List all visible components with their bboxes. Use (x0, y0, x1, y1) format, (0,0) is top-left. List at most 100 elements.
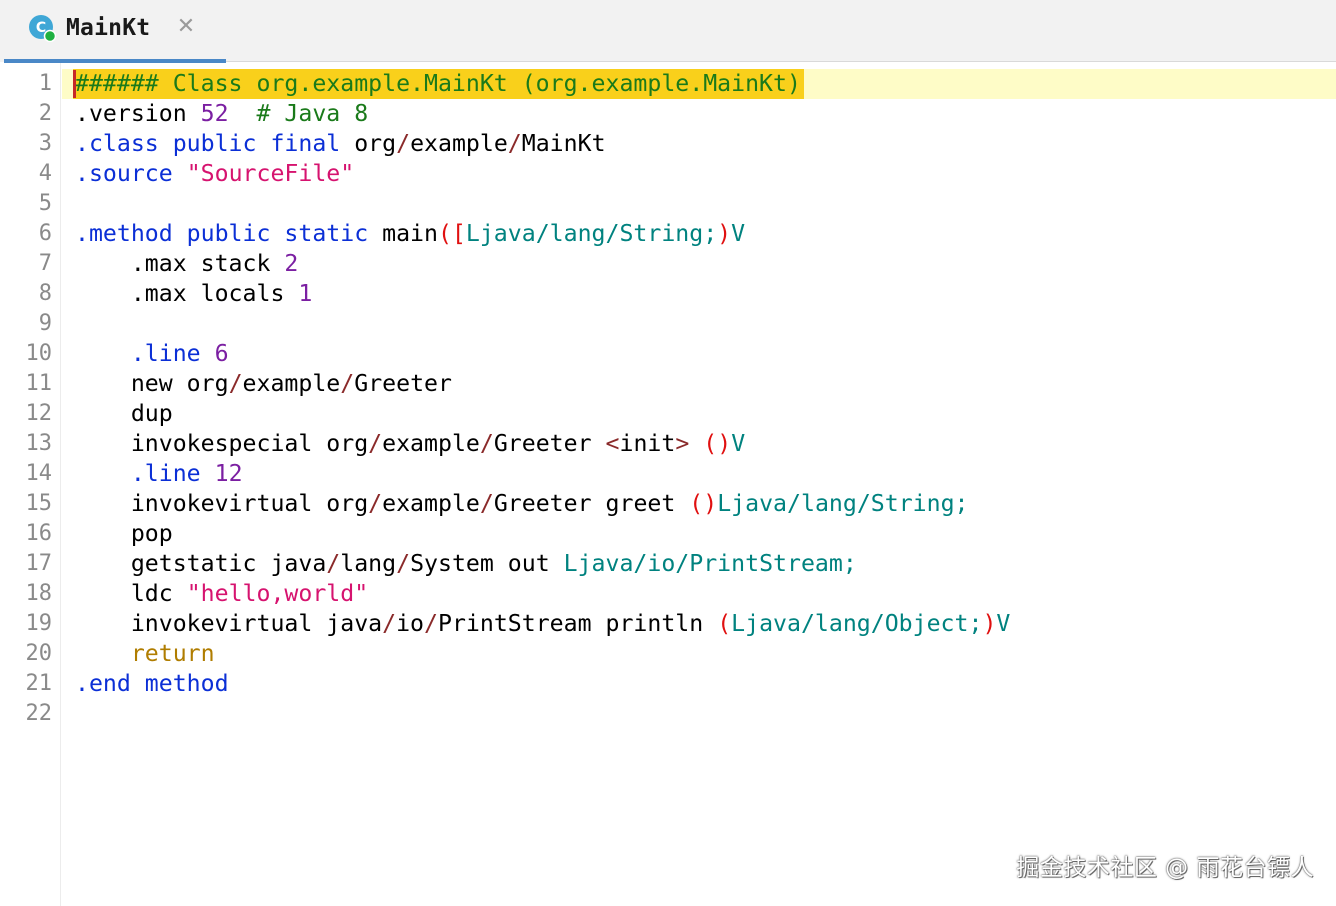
code-token: / (340, 370, 355, 397)
code-token: invokevirtual java (75, 610, 383, 637)
line-number: 12 (25, 401, 53, 426)
line-number: 18 (25, 581, 53, 606)
code-token: Ljava/io/PrintStream; (563, 550, 857, 577)
code-line[interactable]: pop (75, 519, 173, 549)
code-token: lang (340, 550, 397, 577)
code-token: Ljava/lang/Object; (731, 610, 983, 637)
code-line[interactable]: .end method (75, 669, 229, 699)
code-line[interactable]: .version 52 # Java 8 (75, 99, 368, 129)
code-token: 52 (200, 100, 229, 127)
code-line[interactable]: .class public final org/example/MainKt (75, 129, 606, 159)
code-token: init (619, 430, 676, 457)
line-number: 2 (38, 101, 52, 126)
code-line[interactable]: .max locals 1 (75, 279, 313, 309)
code-token: example (242, 370, 341, 397)
kotlin-class-icon: C (29, 15, 56, 42)
code-token: "SourceFile" (186, 160, 355, 187)
code-token: / (368, 430, 383, 457)
code-token: .source (75, 160, 187, 187)
code-line[interactable]: .line 12 (75, 459, 243, 489)
code-line[interactable]: invokevirtual org/example/Greeter greet … (75, 489, 969, 519)
line-number: 22 (25, 701, 53, 726)
code-token: invokevirtual org (75, 490, 369, 517)
line-number-gutter[interactable]: 1 2 3 4 5 6 7 8 9 10 11 12 13 14 15 16 17 18 19 20 21 22 (0, 63, 61, 906)
code-line[interactable]: invokespecial org/example/Greeter <init>… (75, 429, 745, 459)
editor-tab-bar: C MainKt ✕ (0, 0, 1336, 63)
code-token: 6 (214, 340, 229, 367)
line-number: 11 (25, 371, 53, 396)
code-token: ( (717, 610, 732, 637)
code-token: / (396, 130, 411, 157)
close-icon[interactable]: ✕ (175, 14, 197, 40)
code-token: Ljava/lang/String; (717, 490, 969, 517)
code-token: .max stack (75, 250, 285, 277)
code-token: .end method (75, 670, 229, 697)
code-token: main (382, 220, 438, 247)
code-token: dup (75, 400, 173, 427)
code-token: # Java 8 (228, 100, 369, 127)
code-token: / (382, 610, 397, 637)
code-line[interactable]: .source "SourceFile" (75, 159, 354, 189)
code-token: V (731, 430, 746, 457)
code-token: 2 (284, 250, 299, 277)
code-token: ) (982, 610, 997, 637)
code-token: < (605, 430, 620, 457)
code-token: / (368, 490, 383, 517)
line-number: 13 (25, 431, 53, 456)
code-line[interactable]: return (75, 639, 215, 669)
code-token: / (507, 130, 522, 157)
code-editor[interactable]: 1 2 3 4 5 6 7 8 9 10 11 12 13 14 15 16 17 18 19 20 21 22 ####… (0, 63, 1336, 906)
code-line[interactable]: .max stack 2 (75, 249, 299, 279)
code-token: .line (130, 460, 215, 487)
code-token: / (479, 490, 494, 517)
line-number: 6 (38, 221, 52, 246)
code-token: V (996, 610, 1011, 637)
code-token: / (479, 430, 494, 457)
code-token: example (382, 490, 480, 517)
code-token: 12 (214, 460, 243, 487)
code-line[interactable]: ldc "hello,world" (75, 579, 368, 609)
code-token: new org (75, 370, 229, 397)
code-token: Greeter (354, 370, 452, 397)
text-caret (73, 70, 76, 98)
code-token: io (396, 610, 425, 637)
code-token: "hello,world" (186, 580, 369, 607)
code-line[interactable]: dup (75, 399, 173, 429)
code-line[interactable]: invokevirtual java/io/PrintStream printl… (75, 609, 1011, 639)
code-token: MainKt (521, 130, 606, 157)
line-number: 8 (38, 281, 52, 306)
code-token: org (354, 130, 397, 157)
line-number: 16 (25, 521, 53, 546)
code-line[interactable]: ###### Class org.example.MainKt (org.exa… (75, 69, 801, 99)
code-token: / (228, 370, 243, 397)
code-token: .version (75, 100, 201, 127)
code-token: .method public static (75, 220, 383, 247)
code-line[interactable]: new org/example/Greeter (75, 369, 452, 399)
line-number: 3 (38, 131, 52, 156)
code-token: .class public final (75, 130, 355, 157)
code-token: ###### Class org.example.MainKt (org.exa… (75, 70, 801, 97)
code-token: Ljava/lang/String; (465, 220, 718, 247)
watermark: 掘金技术社区 @ 雨花台镖人 (1016, 855, 1314, 881)
code-line[interactable]: .method public static main([Ljava/lang/S… (75, 219, 745, 249)
line-number: 14 (25, 461, 53, 486)
code-token: .max locals (75, 280, 299, 307)
line-number: 21 (25, 671, 53, 696)
code-token: > (675, 430, 690, 457)
code-line[interactable]: .line 6 (75, 339, 229, 369)
line-number: 5 (38, 191, 52, 216)
code-token: invokespecial org (75, 430, 369, 457)
code-line[interactable]: getstatic java/lang/System out Ljava/io/… (75, 549, 857, 579)
code-token: / (424, 610, 438, 637)
tab-mainkt[interactable]: C MainKt ✕ (0, 0, 226, 63)
tab-title: MainKt (66, 15, 151, 41)
line-number: 7 (38, 251, 52, 276)
code-token: Greeter greet (493, 490, 690, 517)
line-number: 4 (38, 161, 52, 186)
code-token: pop (75, 520, 173, 547)
line-number: 1 (38, 71, 52, 96)
code-token: example (410, 130, 508, 157)
line-number: 17 (25, 551, 53, 576)
code-token: example (382, 430, 480, 457)
